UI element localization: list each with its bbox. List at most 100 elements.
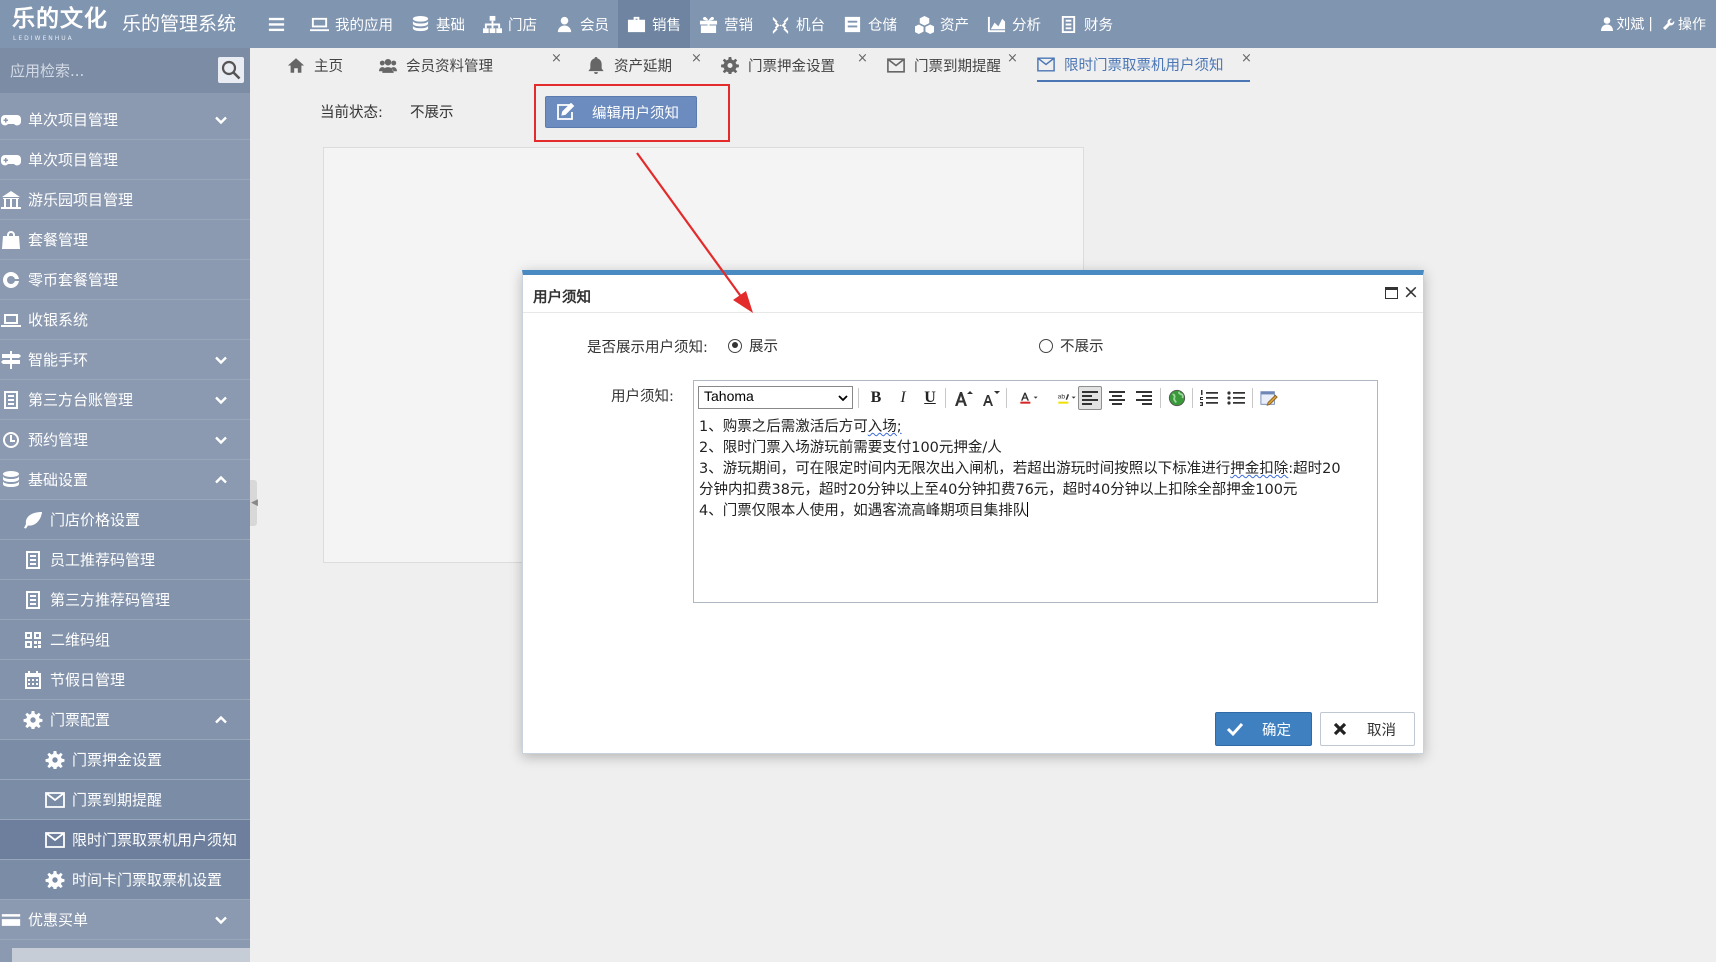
annotation-highlight-box bbox=[534, 84, 730, 142]
font-size-increase-button[interactable] bbox=[951, 386, 975, 410]
radio-unchecked-icon bbox=[1039, 338, 1053, 353]
home-icon bbox=[287, 57, 305, 73]
nav-label: 会员 bbox=[580, 17, 609, 34]
align-center-button[interactable] bbox=[1105, 386, 1129, 410]
chevron-down-icon bbox=[214, 113, 228, 127]
sidebar-item-third-party-ledger[interactable]: 第三方台账管理 bbox=[0, 380, 250, 420]
sidebar-item-label: 员工推荐码管理 bbox=[50, 551, 156, 569]
sidebar-item-label: 门票到期提醒 bbox=[72, 791, 163, 809]
nav-basic[interactable]: 基础 bbox=[402, 0, 474, 48]
bold-button[interactable]: B bbox=[864, 386, 888, 410]
radio-show[interactable]: 展示 bbox=[728, 335, 778, 356]
sidebar-item-ticket-expiry[interactable]: 门票到期提醒 bbox=[0, 780, 250, 820]
sidebar-collapse-handle[interactable]: ◀ bbox=[250, 480, 258, 526]
sidebar-item-ticket-deposit[interactable]: 门票押金设置 bbox=[0, 740, 250, 780]
align-right-button[interactable] bbox=[1132, 386, 1156, 410]
ordered-list-button[interactable] bbox=[1197, 386, 1221, 410]
nav-label: 我的应用 bbox=[335, 17, 393, 34]
tab-close-icon[interactable]: × bbox=[691, 51, 702, 66]
close-icon[interactable]: × bbox=[1403, 281, 1419, 303]
highlight-color-icon: ab bbox=[1058, 394, 1076, 404]
unordered-list-button[interactable] bbox=[1224, 386, 1248, 410]
chevron-up-icon bbox=[214, 713, 228, 727]
sidebar-item-store-price[interactable]: 门店价格设置 bbox=[0, 500, 250, 540]
nav-sales[interactable]: 销售 bbox=[618, 0, 690, 48]
user-actions[interactable]: 操作 bbox=[1678, 14, 1706, 34]
nav-analysis[interactable]: 分析 bbox=[978, 0, 1050, 48]
sidebar-item-holiday[interactable]: 节假日管理 bbox=[0, 660, 250, 700]
sidebar-item-third-party-referral[interactable]: 第三方推荐码管理 bbox=[0, 580, 250, 620]
user-name[interactable]: 刘斌 bbox=[1616, 14, 1644, 34]
sidebar-item-limited-ticket-notice[interactable]: 限时门票取票机用户须知 bbox=[0, 820, 250, 860]
nav-member[interactable]: 会员 bbox=[546, 0, 618, 48]
insert-link-button[interactable] bbox=[1165, 386, 1189, 410]
tab-close-icon[interactable]: × bbox=[1007, 51, 1018, 66]
sidebar-item-single-project[interactable]: 单次项目管理 bbox=[0, 100, 250, 140]
font-size-decrease-button[interactable] bbox=[978, 386, 1002, 410]
sidebar-item-single-project-2[interactable]: 单次项目管理 bbox=[0, 140, 250, 180]
brand[interactable]: 乐的文化 LEDIWENHUA 乐的管理系统 bbox=[12, 6, 248, 42]
italic-button[interactable]: I bbox=[891, 386, 915, 410]
tab-ticket-deposit[interactable]: 门票押金设置 × bbox=[721, 48, 868, 82]
source-code-button[interactable] bbox=[1257, 386, 1281, 410]
tab-member-profile[interactable]: 会员资料管理 × bbox=[379, 48, 562, 82]
sidebar-item-qrcode-group[interactable]: 二维码组 bbox=[0, 620, 250, 660]
sidebar-item-wristband[interactable]: 智能手环 bbox=[0, 340, 250, 380]
tab-close-icon[interactable]: × bbox=[1241, 51, 1252, 66]
underline-button[interactable]: U bbox=[918, 386, 942, 410]
ledger-icon bbox=[1061, 15, 1076, 33]
brand-logo: 乐的文化 bbox=[12, 6, 108, 32]
app-search-input[interactable] bbox=[0, 48, 214, 93]
tab-asset-extension[interactable]: 资产延期 × bbox=[587, 48, 702, 82]
editor-content[interactable]: 1、购票之后需激活后方可入场; 2、限时门票入场游玩前需要支付100元押金/人 … bbox=[699, 417, 1374, 522]
tab-ticket-expiry[interactable]: 门票到期提醒 × bbox=[887, 48, 1018, 82]
nav-finance[interactable]: 财务 bbox=[1050, 0, 1122, 48]
envelope-icon bbox=[1037, 56, 1055, 72]
sidebar-item-timecard-ticket-settings[interactable]: 时间卡门票取票机设置 bbox=[0, 860, 250, 900]
font-increase-icon bbox=[955, 391, 973, 406]
database-icon bbox=[0, 470, 22, 489]
nav-store[interactable]: 门店 bbox=[474, 0, 546, 48]
radio-hide[interactable]: 不展示 bbox=[1039, 335, 1104, 356]
tab-close-icon[interactable]: × bbox=[857, 51, 868, 66]
toolbar-separator bbox=[1192, 388, 1193, 408]
cancel-button[interactable]: 取消 bbox=[1320, 712, 1415, 746]
gamepad-icon bbox=[0, 151, 22, 169]
tab-limited-ticket-notice[interactable]: 限时门票取票机用户须知 × bbox=[1037, 48, 1252, 82]
nav-machine[interactable]: 机台 bbox=[762, 0, 834, 48]
sidebar-item-staff-referral[interactable]: 员工推荐码管理 bbox=[0, 540, 250, 580]
chart-icon bbox=[987, 16, 1006, 32]
sidebar-item-basic-settings[interactable]: 基础设置 bbox=[0, 460, 250, 500]
search-button[interactable] bbox=[218, 57, 244, 83]
monitor-icon bbox=[310, 17, 329, 31]
tab-close-icon[interactable]: × bbox=[551, 51, 562, 66]
font-family-select[interactable]: Tahoma bbox=[698, 386, 853, 409]
database-icon bbox=[412, 15, 429, 31]
sidebar-item-ticket-config[interactable]: 门票配置 bbox=[0, 700, 250, 740]
shopping-bag-icon bbox=[0, 230, 22, 249]
maximize-icon[interactable] bbox=[1385, 287, 1398, 299]
nav-assets[interactable]: 资产 bbox=[906, 0, 978, 48]
nav-my-apps[interactable]: 我的应用 bbox=[301, 0, 402, 48]
confirm-button[interactable]: 确定 bbox=[1215, 712, 1312, 746]
sidebar-item-coin-package[interactable]: 零币套餐管理 bbox=[0, 260, 250, 300]
sidebar-item-discount-bill[interactable]: 优惠买单 bbox=[0, 900, 250, 940]
font-color-button[interactable] bbox=[1012, 386, 1046, 410]
brand-logo-subtitle: LEDIWENHUA bbox=[13, 35, 74, 42]
nav-marketing[interactable]: 营销 bbox=[690, 0, 762, 48]
notice-line-text: 2、限时门票入场游玩前需要支付100元押金/人 bbox=[699, 440, 1002, 456]
sidebar-item-package[interactable]: 套餐管理 bbox=[0, 220, 250, 260]
gamepad-icon bbox=[0, 111, 22, 129]
sidebar-scrollbar[interactable] bbox=[12, 948, 250, 962]
align-left-button[interactable] bbox=[1078, 386, 1102, 410]
rich-text-editor: Tahoma B I U ab 1、购票之后需激活后方可入场; 2、限时门票入场… bbox=[693, 380, 1378, 603]
sidebar-item-cashier[interactable]: 收银系统 bbox=[0, 300, 250, 340]
sidebar-item-reservation[interactable]: 预约管理 bbox=[0, 420, 250, 460]
ledger-icon bbox=[0, 390, 22, 409]
nav-warehouse[interactable]: 仓储 bbox=[834, 0, 906, 48]
nav-menu-toggle[interactable] bbox=[258, 0, 301, 48]
tab-home[interactable]: 主页 bbox=[287, 48, 343, 82]
sidebar-item-park-project[interactable]: 游乐园项目管理 bbox=[0, 180, 250, 220]
font-color-icon bbox=[1020, 392, 1038, 404]
briefcase-icon bbox=[627, 16, 646, 32]
